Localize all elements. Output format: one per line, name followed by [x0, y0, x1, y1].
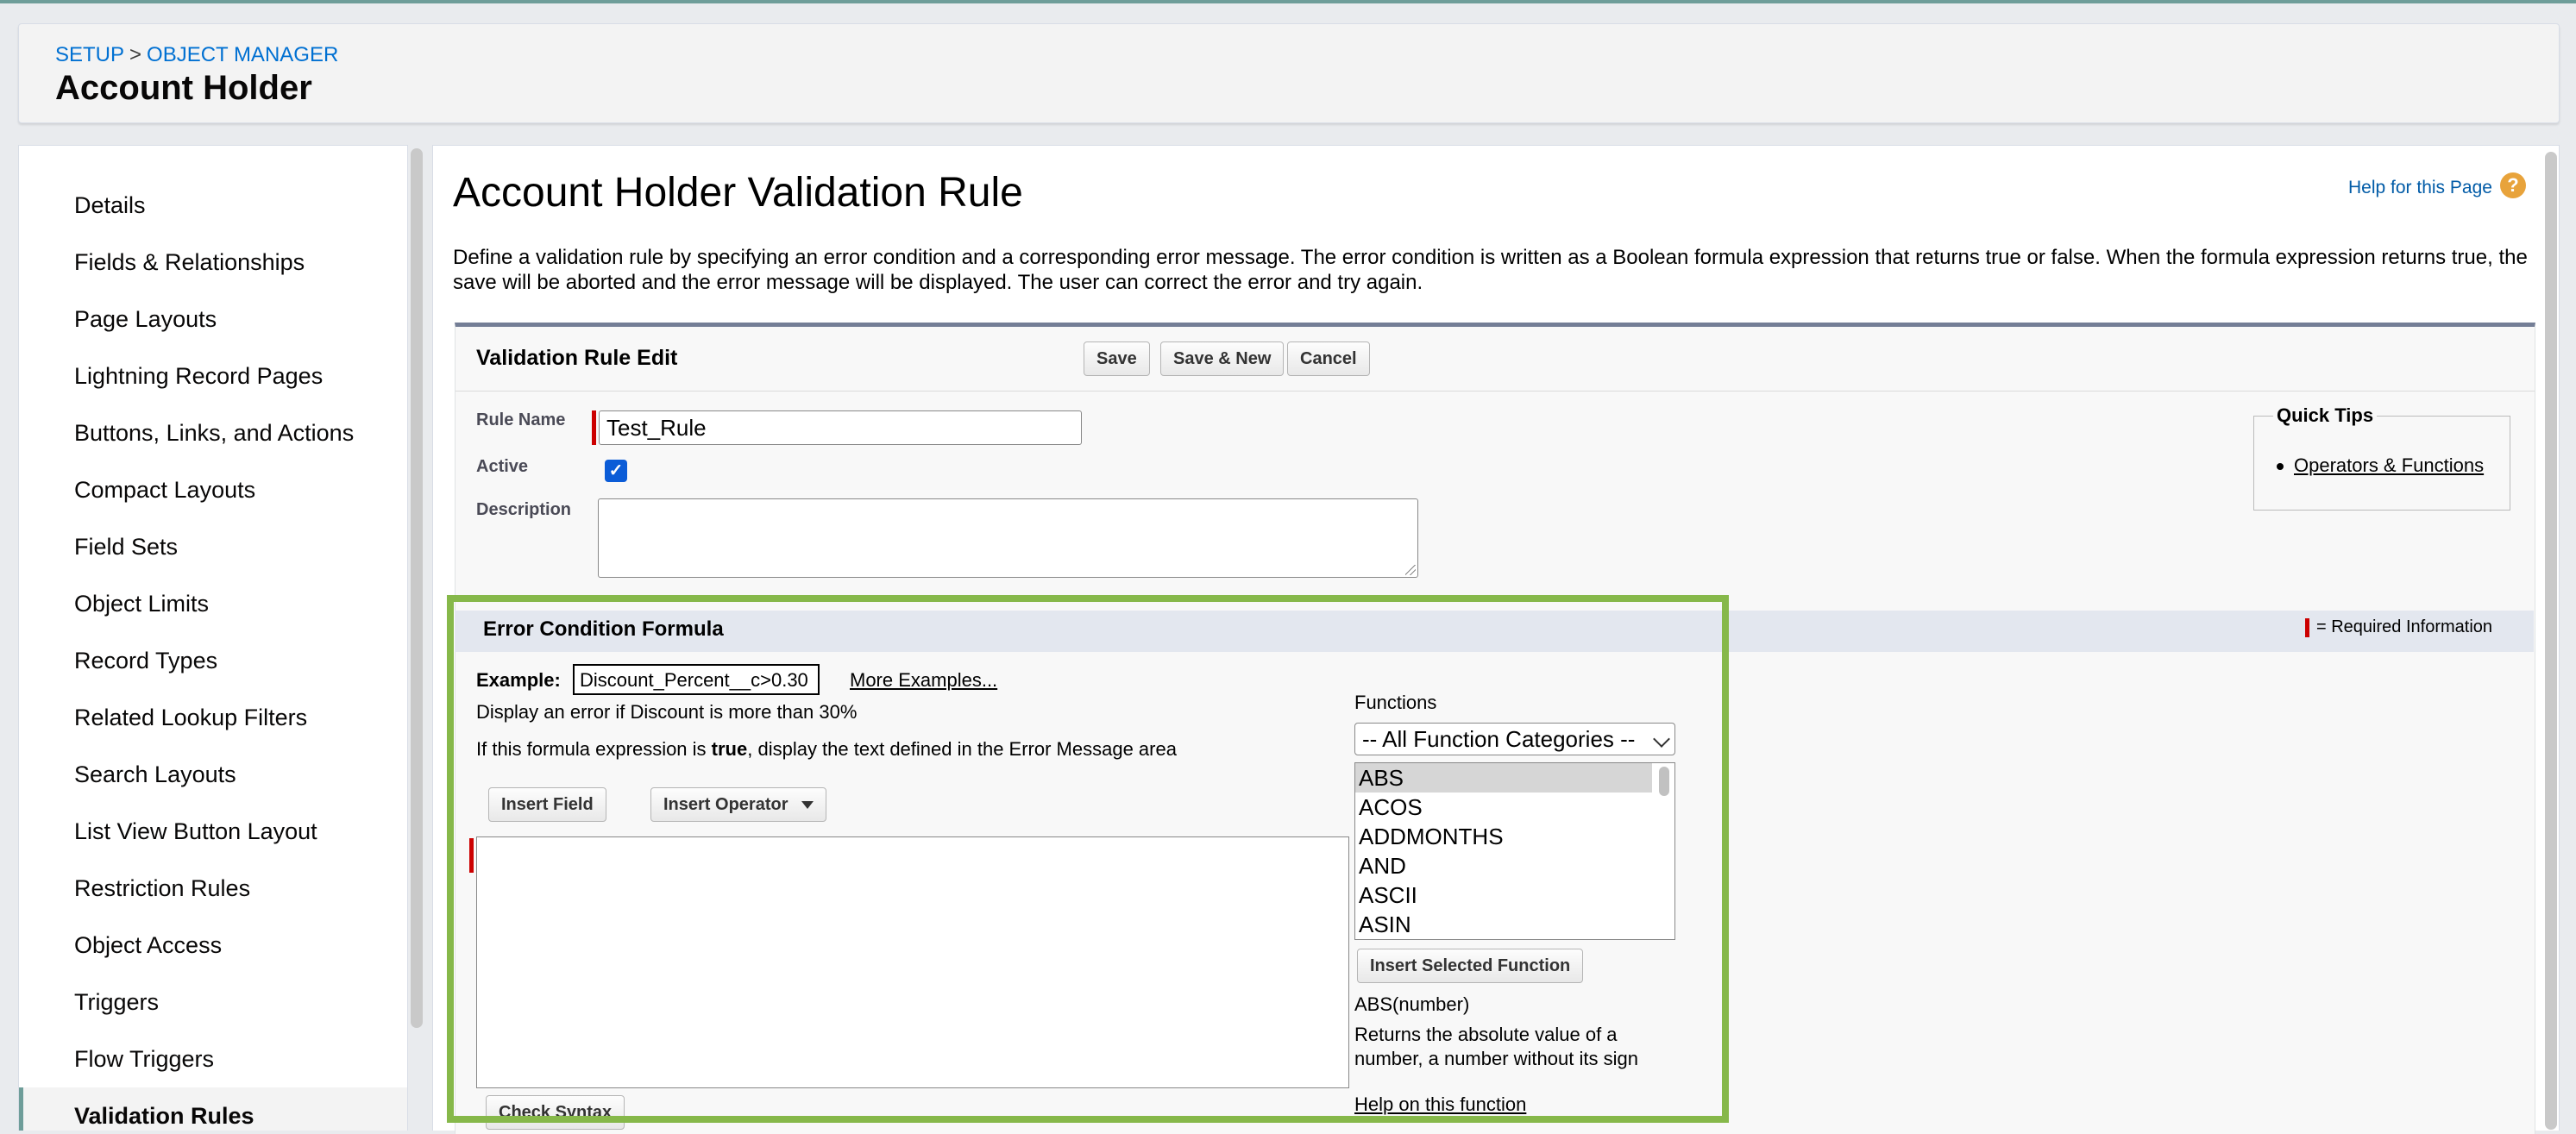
help-on-function-link[interactable]: Help on this function — [1354, 1093, 1526, 1116]
page-title: Account Holder — [55, 69, 312, 107]
breadcrumb: SETUP > OBJECT MANAGER — [55, 43, 338, 67]
sidebar-item-search-layouts[interactable]: Search Layouts — [19, 746, 407, 803]
question-icon[interactable]: ? — [2500, 172, 2526, 198]
intro-text: Define a validation rule by specifying a… — [453, 246, 2528, 294]
breadcrumb-object-manager[interactable]: OBJECT MANAGER — [147, 43, 338, 66]
function-signature: ABS(number) — [1354, 993, 1470, 1015]
function-item-addmonths[interactable]: ADDMONTHS — [1355, 822, 1652, 851]
operators-functions-link[interactable]: Operators & Functions — [2294, 454, 2484, 476]
insert-operator-label: Insert Operator — [663, 795, 789, 814]
edit-header: Validation Rule Edit — [456, 327, 2535, 392]
formula-textarea[interactable] — [476, 836, 1349, 1088]
function-item-and[interactable]: AND — [1355, 851, 1652, 880]
sidebar-item-object-access[interactable]: Object Access — [19, 917, 407, 974]
required-information-legend: = Required Information — [2305, 617, 2492, 637]
error-condition-band — [455, 611, 2534, 652]
function-item-abs[interactable]: ABS — [1355, 763, 1652, 793]
function-item-acos[interactable]: ACOS — [1355, 793, 1652, 822]
sidebar-item-details[interactable]: Details — [19, 177, 407, 234]
function-list-scrollbar[interactable] — [1659, 767, 1669, 796]
validation-rule-title: Account Holder Validation Rule — [453, 170, 1023, 216]
sidebar-item-validation-rules[interactable]: Validation Rules — [19, 1087, 407, 1131]
sidebar-item-list-view-button-layout[interactable]: List View Button Layout — [19, 803, 407, 860]
main-scrollbar[interactable] — [2545, 152, 2557, 1130]
cancel-button[interactable]: Cancel — [1287, 341, 1370, 376]
help-for-page-link[interactable]: Help for this Page — [2348, 178, 2492, 198]
chevron-down-icon — [1653, 730, 1670, 748]
formula-hint-bold: true — [711, 738, 748, 760]
description-textarea[interactable] — [598, 498, 1418, 578]
quick-tips-item: Operators & Functions — [2277, 454, 2484, 477]
active-checkbox[interactable]: ✓ — [605, 460, 627, 482]
function-category-value: -- All Function Categories -- — [1362, 726, 1636, 752]
edit-title: Validation Rule Edit — [476, 346, 678, 370]
top-accent-line — [0, 0, 2576, 3]
caret-down-icon — [801, 801, 814, 810]
rule-name-label: Rule Name — [476, 410, 566, 429]
sidebar-item-page-layouts[interactable]: Page Layouts — [19, 291, 407, 348]
rule-name-input[interactable] — [599, 410, 1082, 445]
quick-tips-box: Quick Tips Operators & Functions — [2253, 404, 2510, 511]
sidebar-item-compact-layouts[interactable]: Compact Layouts — [19, 461, 407, 518]
insert-operator-button[interactable]: Insert Operator — [650, 787, 827, 822]
object-header: SETUP > OBJECT MANAGER Account Holder — [18, 23, 2560, 123]
required-marker-icon — [2305, 617, 2309, 637]
required-information-text: = Required Information — [2316, 617, 2493, 636]
resize-grip-icon[interactable] — [1405, 565, 1416, 575]
formula-hint: If this formula expression is true, disp… — [476, 738, 1177, 761]
check-syntax-button[interactable]: Check Syntax — [486, 1095, 625, 1130]
function-item-ascii[interactable]: ASCII — [1355, 880, 1652, 910]
sidebar-item-object-limits[interactable]: Object Limits — [19, 575, 407, 632]
breadcrumb-separator: > — [129, 43, 142, 66]
example-description: Display an error if Discount is more tha… — [476, 701, 858, 723]
formula-hint-suffix: , display the text defined in the Error … — [747, 738, 1177, 760]
more-examples-link[interactable]: More Examples... — [850, 669, 997, 692]
sidebar: Details Fields & Relationships Page Layo… — [18, 145, 408, 1131]
bullet-icon — [2277, 463, 2284, 471]
save-button[interactable]: Save — [1084, 341, 1150, 376]
insert-field-button[interactable]: Insert Field — [488, 787, 606, 822]
function-listbox[interactable]: ABS ACOS ADDMONTHS AND ASCII ASIN — [1354, 762, 1675, 940]
sidebar-item-lightning-record-pages[interactable]: Lightning Record Pages — [19, 348, 407, 404]
sidebar-item-flow-triggers[interactable]: Flow Triggers — [19, 1031, 407, 1087]
sidebar-item-triggers[interactable]: Triggers — [19, 974, 407, 1031]
example-label: Example: — [476, 669, 561, 691]
sidebar-item-related-lookup-filters[interactable]: Related Lookup Filters — [19, 689, 407, 746]
function-item-asin[interactable]: ASIN — [1355, 910, 1652, 939]
sidebar-item-record-types[interactable]: Record Types — [19, 632, 407, 689]
example-formula: Discount_Percent__c>0.30 — [573, 664, 820, 695]
error-condition-title: Error Condition Formula — [483, 617, 724, 641]
active-label: Active — [476, 457, 529, 476]
quick-tips-title: Quick Tips — [2273, 404, 2378, 427]
functions-label: Functions — [1354, 692, 1437, 713]
insert-selected-function-button[interactable]: Insert Selected Function — [1357, 949, 1584, 983]
formula-required-marker — [469, 838, 474, 873]
breadcrumb-setup[interactable]: SETUP — [55, 43, 124, 66]
sidebar-item-restriction-rules[interactable]: Restriction Rules — [19, 860, 407, 917]
formula-hint-prefix: If this formula expression is — [476, 738, 712, 760]
sidebar-item-field-sets[interactable]: Field Sets — [19, 518, 407, 575]
required-marker — [592, 410, 596, 445]
description-label: Description — [476, 500, 572, 519]
sidebar-item-buttons-links-actions[interactable]: Buttons, Links, and Actions — [19, 404, 407, 461]
function-description: Returns the absolute value of a number, … — [1354, 1024, 1638, 1069]
sidebar-scrollbar[interactable] — [411, 148, 423, 1028]
sidebar-item-fields-relationships[interactable]: Fields & Relationships — [19, 234, 407, 291]
function-category-select[interactable]: -- All Function Categories -- — [1354, 723, 1675, 755]
save-and-new-button[interactable]: Save & New — [1160, 341, 1285, 376]
